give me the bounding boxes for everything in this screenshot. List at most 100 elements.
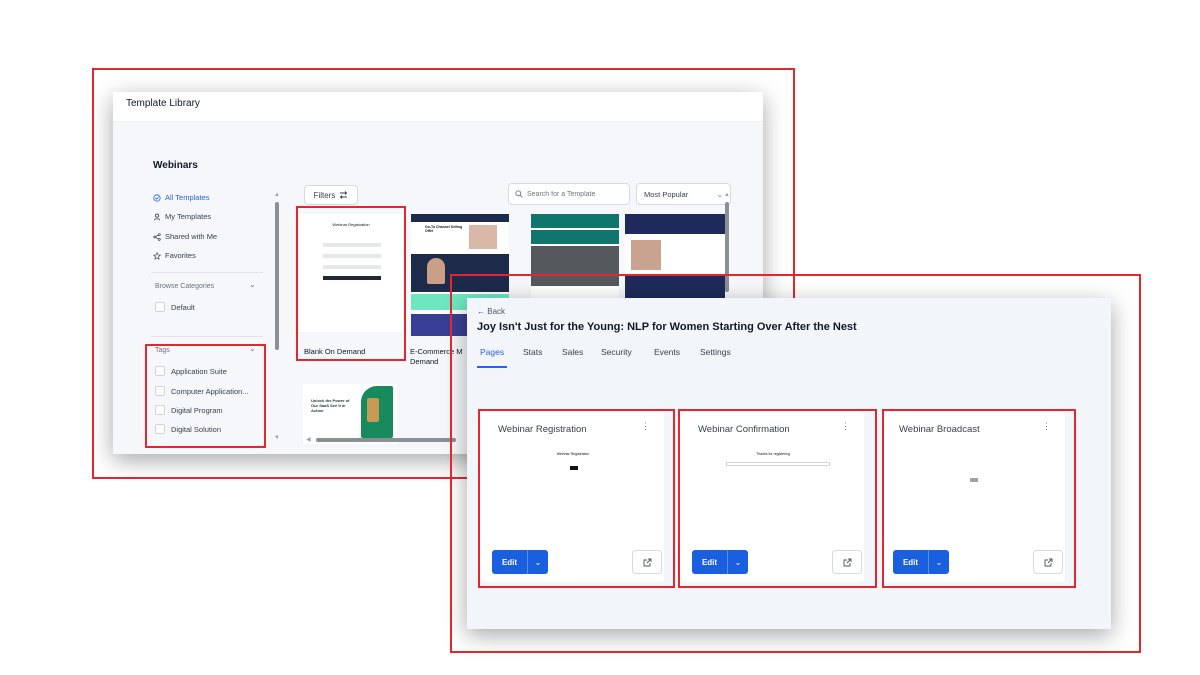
template-library-title: Template Library [126,98,200,109]
nav-all-templates[interactable]: All Templates [153,193,209,202]
thumbnail-banner [531,230,619,244]
back-link[interactable]: ← Back [477,307,505,316]
sort-select[interactable]: Most Popular ⌄ [636,183,731,205]
preview-heading: Webinar Registration [556,452,590,456]
tab-sales[interactable]: Sales [562,347,583,357]
page-preview[interactable]: Thanks for registering [698,442,848,532]
scroll-up-arrow[interactable]: ▲ [274,192,280,198]
thumbnail-hero [625,214,725,234]
scroll-left-arrow[interactable]: ◀ [306,436,311,443]
nav-shared-with-me[interactable]: Shared with Me [153,232,217,241]
chevron-down-icon[interactable]: ⌄ [929,550,949,574]
thumbnail-image [531,246,619,286]
tag-application-suite[interactable]: Application Suite [155,366,227,376]
checkbox[interactable] [155,424,165,434]
thumbnail-section [411,254,509,292]
checkbox[interactable] [155,386,165,396]
chevron-down-icon[interactable]: ⌄ [728,550,748,574]
thumbnail-person [427,258,445,284]
open-external-button[interactable] [1033,550,1063,574]
external-link-icon [643,558,651,566]
horizontal-scrollbar[interactable] [316,438,456,442]
divider [151,272,263,273]
template-name: Blank On Demand [304,347,366,356]
scroll-up-arrow[interactable]: ▲ [724,192,730,198]
webinar-detail-window: ← Back Joy Isn't Just for the Young: NLP… [467,298,1111,629]
category-label: Default [171,302,195,312]
sidebar-title: Webinars [153,160,198,171]
page-preview[interactable] [899,442,1049,532]
search-input[interactable] [527,190,627,198]
thumbnail-section [625,276,725,298]
thumbnail-button [323,276,381,280]
edit-button[interactable]: Edit [893,550,928,574]
tab-events[interactable]: Events [654,347,680,357]
chevron-down-icon[interactable]: ⌄ [249,344,256,353]
preview-heading: Thanks for registering [756,452,790,456]
page-card-broadcast[interactable]: Webinar Broadcast ⋮ Edit ⌄ [881,412,1065,582]
more-options-icon[interactable]: ⋮ [641,422,650,431]
template-thumbnail-saas[interactable]: Unlock the Power of Our SaaS See It in A… [303,384,397,444]
thumbnail-heading: Unlock the Power of Our SaaS See It in A… [311,398,350,413]
tab-security[interactable]: Security [601,347,632,357]
card-title: Webinar Confirmation [698,424,790,435]
external-link-icon [1044,558,1052,566]
preview-player [970,478,978,482]
template-thumbnail-blank[interactable]: Webinar Registration [299,214,403,332]
thumbnail-field [323,265,381,269]
thumbnail-image [469,225,497,249]
tab-pages[interactable]: Pages [480,347,504,357]
grid-scrollbar[interactable] [725,202,729,292]
template-search[interactable] [508,183,630,205]
template-thumbnail-4[interactable] [625,214,725,298]
chevron-down-icon[interactable]: ⌄ [249,280,256,289]
tab-settings[interactable]: Settings [700,347,731,357]
page-card-registration[interactable]: Webinar Registration ⋮ Webinar Registrat… [480,412,664,582]
chevron-down-icon: ⌄ [716,189,723,199]
tag-computer-application[interactable]: Computer Application... [155,386,249,396]
checkbox[interactable] [155,405,165,415]
page-preview[interactable]: Webinar Registration [498,442,648,532]
page-title: Joy Isn't Just for the Young: NLP for Wo… [477,321,857,333]
nav-my-templates[interactable]: My Templates [153,212,211,221]
checkbox[interactable] [155,302,165,312]
thumbnail-phone [367,398,379,422]
preview-field [726,462,830,466]
tags-heading[interactable]: Tags [155,347,170,354]
tag-label: Computer Application... [171,386,249,396]
template-thumbnail-3[interactable] [531,214,619,298]
more-options-icon[interactable]: ⋮ [841,422,850,431]
arrow-left-icon: ← [477,307,488,316]
nav-label: Favorites [165,251,196,260]
edit-button-group: Edit ⌄ [492,550,548,574]
browse-categories-heading[interactable]: Browse Categories [155,283,214,290]
tag-label: Digital Program [171,405,223,415]
edit-button[interactable]: Edit [492,550,527,574]
template-library-header: Template Library [113,92,763,122]
checkbox[interactable] [155,366,165,376]
tag-label: Application Suite [171,366,227,376]
back-label: Back [487,307,506,316]
chevron-down-icon[interactable]: ⌄ [528,550,548,574]
open-external-button[interactable] [632,550,662,574]
check-circle-icon [153,193,161,202]
category-default[interactable]: Default [155,302,195,312]
card-title: Webinar Registration [498,424,587,435]
thumbnail-banner [531,214,619,228]
sidebar-scrollbar[interactable] [275,202,279,350]
active-tab-indicator [477,366,507,368]
preview-button [570,466,578,470]
tab-stats[interactable]: Stats [523,347,542,357]
edit-button[interactable]: Edit [692,550,727,574]
open-external-button[interactable] [832,550,862,574]
user-icon [153,213,161,221]
swap-icon [340,191,348,199]
filters-button[interactable]: Filters [304,185,358,205]
tag-digital-solution[interactable]: Digital Solution [155,424,221,434]
page-card-confirmation[interactable]: Webinar Confirmation ⋮ Thanks for regist… [680,412,864,582]
nav-favorites[interactable]: Favorites [153,251,196,260]
thumbnail-heading: Go-To Channel Selling Offer [425,225,463,233]
scroll-down-arrow[interactable]: ▼ [274,435,280,441]
tag-digital-program[interactable]: Digital Program [155,405,223,415]
more-options-icon[interactable]: ⋮ [1042,422,1051,431]
